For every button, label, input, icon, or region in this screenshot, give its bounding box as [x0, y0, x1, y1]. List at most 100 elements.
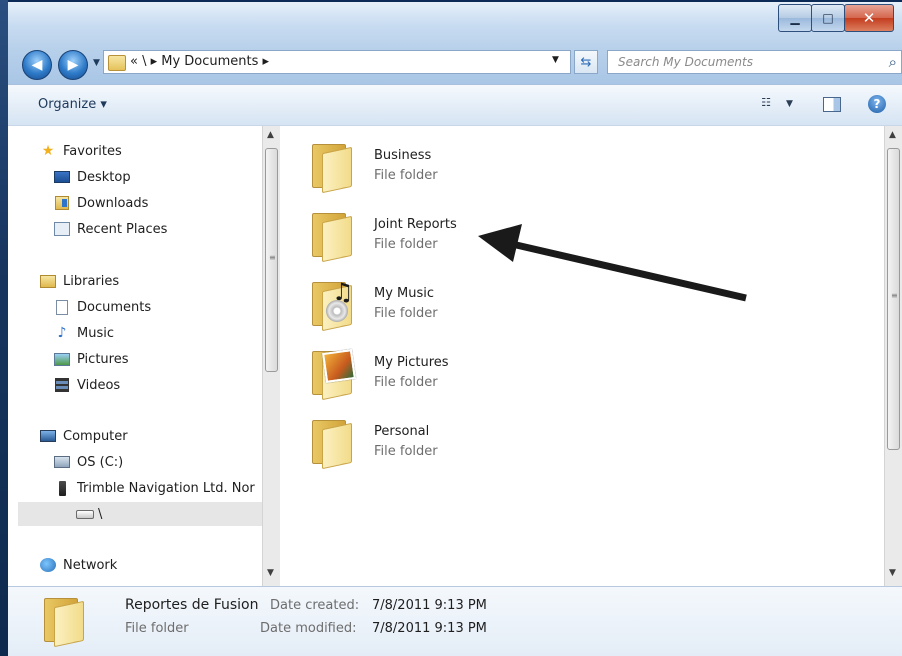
nav-network-label: Network: [63, 557, 118, 573]
nav-item-trimble[interactable]: Trimble Navigation Ltd. Nor: [54, 480, 255, 496]
navigation-pane: ★ Favorites Desktop Downloads Recent Plac…: [8, 126, 262, 586]
recent-pages-dropdown[interactable]: ▼: [93, 58, 100, 68]
scroll-down-icon[interactable]: ▼: [267, 568, 274, 578]
nav-item-label: Documents: [77, 299, 152, 315]
music-note-icon: ♪: [57, 325, 67, 341]
file-name[interactable]: My Pictures: [374, 355, 449, 370]
refresh-button[interactable]: ⇆: [574, 50, 598, 74]
file-name[interactable]: My Music: [374, 286, 434, 301]
forward-button[interactable]: ▶: [58, 50, 88, 80]
recent-places-icon: [54, 222, 70, 236]
minimize-button[interactable]: ▁: [778, 4, 812, 32]
pictures-folder-icon[interactable]: [310, 347, 356, 401]
search-placeholder: Search My Documents: [618, 55, 753, 69]
pictures-icon: [54, 352, 70, 366]
videos-icon: [55, 378, 69, 392]
window-left-edge: [0, 0, 8, 656]
folder-icon[interactable]: [310, 416, 354, 470]
chevron-down-icon: ▼: [93, 58, 100, 68]
file-type: File folder: [374, 375, 438, 390]
nav-item-downloads[interactable]: Downloads: [54, 195, 148, 211]
content-scroll-thumb[interactable]: ≡: [887, 148, 900, 450]
nav-favorites[interactable]: ★ Favorites: [40, 143, 122, 159]
nav-item-pictures[interactable]: Pictures: [54, 351, 128, 367]
nav-computer-label: Computer: [63, 428, 128, 444]
close-button[interactable]: ✕: [844, 4, 894, 32]
nav-item-label: Downloads: [77, 195, 149, 211]
network-icon: [40, 558, 56, 572]
grip-icon: ≡: [269, 253, 276, 262]
scroll-down-icon[interactable]: ▼: [889, 568, 896, 578]
search-input[interactable]: Search My Documents ⌕: [607, 50, 902, 74]
nav-item-network-drive[interactable]: \: [18, 502, 262, 526]
nav-item-videos[interactable]: Videos: [54, 377, 120, 393]
selected-item-type: File folder: [125, 621, 189, 636]
file-type: File folder: [374, 168, 438, 183]
nav-computer[interactable]: Computer: [40, 428, 128, 444]
folder-icon[interactable]: [310, 140, 354, 194]
close-icon: ✕: [862, 9, 876, 27]
explorer-window: ▁ □ ✕ ◀ ▶ ▼ « \ ▸ My Documents ▸ ▼ ⇆ Sea…: [0, 0, 902, 656]
more-views-dropdown[interactable]: ▼: [786, 95, 793, 113]
minimize-icon: ▁: [790, 11, 800, 25]
folder-icon: [108, 55, 126, 71]
file-list: Business File folder Joint Reports File …: [286, 126, 884, 586]
nav-item-os-c[interactable]: OS (C:): [54, 454, 123, 470]
organize-menu[interactable]: Organize ▾: [38, 97, 107, 112]
file-name[interactable]: Joint Reports: [374, 217, 457, 232]
refresh-icon: ⇆: [580, 54, 592, 70]
nav-item-desktop[interactable]: Desktop: [54, 169, 131, 185]
nav-pane-scrollbar[interactable]: ▲ ≡ ▼: [262, 126, 280, 586]
folder-icon: [42, 594, 86, 648]
back-button[interactable]: ◀: [22, 50, 52, 80]
network-drive-icon: [76, 509, 94, 519]
nav-item-label: OS (C:): [77, 454, 124, 470]
nav-libraries-label: Libraries: [63, 273, 120, 289]
nav-item-label: Recent Places: [77, 221, 168, 237]
nav-item-label: Videos: [77, 377, 121, 393]
date-created-label: Date created:: [270, 598, 360, 613]
address-bar[interactable]: « \ ▸ My Documents ▸ ▼: [103, 50, 571, 74]
date-modified-value: 7/8/2011 9:13 PM: [372, 621, 487, 636]
preview-pane-icon[interactable]: [823, 97, 841, 112]
computer-icon: [40, 430, 56, 442]
music-folder-icon[interactable]: ♫: [310, 278, 354, 332]
nav-network[interactable]: Network: [40, 557, 117, 573]
file-name[interactable]: Business: [374, 148, 431, 163]
maximize-icon: □: [822, 11, 834, 25]
nav-item-label: Music: [77, 325, 114, 341]
forward-arrow-icon: ▶: [67, 57, 79, 73]
selected-item-name: Reportes de Fusion: [125, 597, 259, 613]
help-icon[interactable]: ?: [868, 95, 886, 113]
star-icon: ★: [41, 143, 55, 159]
command-bar: Organize ▾ ☷ ▼ ?: [8, 84, 902, 126]
nav-item-music[interactable]: ♪ Music: [54, 325, 114, 341]
grip-icon: ≡: [891, 291, 898, 300]
desktop-icon: [54, 171, 70, 183]
nav-item-label: Trimble Navigation Ltd. Nor: [77, 480, 255, 496]
nav-favorites-label: Favorites: [63, 143, 122, 159]
libraries-icon: [40, 274, 56, 288]
nav-scroll-thumb[interactable]: ≡: [265, 148, 278, 372]
downloads-icon: [55, 196, 69, 210]
address-history-dropdown[interactable]: ▼: [552, 55, 559, 65]
maximize-button[interactable]: □: [811, 4, 845, 32]
nav-item-documents[interactable]: Documents: [54, 299, 151, 315]
back-arrow-icon: ◀: [31, 57, 43, 73]
details-pane: Reportes de Fusion File folder Date crea…: [8, 586, 902, 656]
nav-item-recent-places[interactable]: Recent Places: [54, 221, 167, 237]
nav-libraries[interactable]: Libraries: [40, 273, 119, 289]
file-type: File folder: [374, 237, 438, 252]
date-modified-label: Date modified:: [260, 621, 357, 636]
scroll-up-icon[interactable]: ▲: [889, 130, 896, 140]
change-view-icon[interactable]: ☷: [758, 95, 774, 109]
content-scrollbar[interactable]: ▲ ≡ ▼: [884, 126, 902, 586]
breadcrumb[interactable]: « \ ▸ My Documents ▸: [130, 54, 269, 69]
file-name[interactable]: Personal: [374, 424, 429, 439]
nav-item-label: \: [98, 506, 103, 522]
folder-icon[interactable]: [310, 209, 354, 263]
caption-buttons: ▁ □ ✕: [778, 4, 894, 32]
search-icon[interactable]: ⌕: [889, 53, 897, 71]
drive-icon: [54, 456, 70, 468]
scroll-up-icon[interactable]: ▲: [267, 130, 274, 140]
